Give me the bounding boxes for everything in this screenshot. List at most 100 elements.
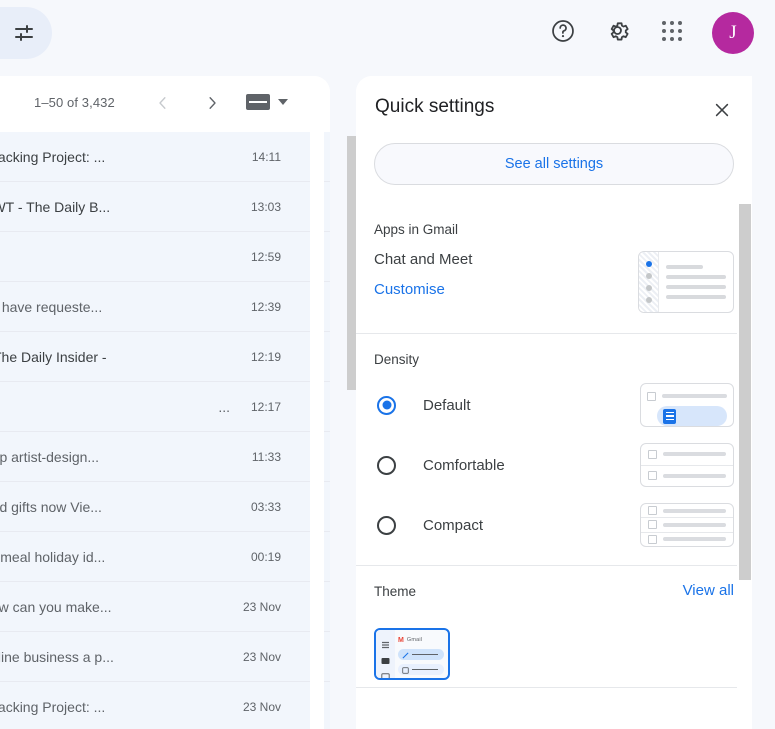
apps-grid-icon: [661, 20, 683, 47]
email-subject: inute meal holiday id...: [0, 548, 106, 565]
table-row[interactable]: ur online business a p... 23 Nov: [0, 632, 330, 682]
preview-row: [647, 389, 727, 403]
density-option-default[interactable]: Default: [374, 375, 734, 435]
email-timestamp: 23 Nov: [242, 649, 281, 664]
preview-checkbox: [648, 520, 657, 530]
density-option-compact[interactable]: Compact: [374, 495, 734, 555]
settings-button[interactable]: [598, 14, 636, 52]
chat-and-meet-label: Chat and Meet: [374, 251, 473, 268]
apps-in-gmail-section: Apps in Gmail Chat and Meet Customise: [356, 204, 752, 334]
apps-in-gmail-label: Apps in Gmail: [374, 222, 459, 237]
table-row[interactable]: ... 12:17: [0, 382, 330, 432]
next-page-button[interactable]: [199, 92, 225, 118]
email-subject: ur online business a p...: [0, 648, 114, 665]
gmail-wordmark: Gmail: [406, 637, 423, 643]
theme-header: Theme View all: [374, 566, 734, 606]
density-option-comfortable[interactable]: Comfortable: [374, 435, 734, 495]
email-timestamp: 14:11: [251, 149, 281, 164]
see-all-settings-button[interactable]: See all settings: [374, 143, 734, 185]
preview-bar: [663, 522, 726, 527]
theme-thumbnail-default[interactable]: M Gmail: [374, 628, 450, 680]
chevron-right-icon: [203, 94, 221, 117]
quick-settings-scrollbar-thumb[interactable]: [739, 204, 751, 580]
radio-comfortable[interactable]: [377, 455, 396, 475]
checkbox-icon: [402, 661, 409, 679]
chat-and-meet-row: Chat and Meet Customise: [374, 251, 734, 325]
email-list: on Tracking Project: ... 14:11 nd JWT - Th…: [0, 132, 330, 729]
density-preview-default[interactable]: [640, 383, 734, 427]
email-subject: nd JWT - The Daily B...: [0, 198, 111, 215]
gmail-logo: M Gmail: [398, 635, 444, 645]
chat-meet-preview-icon[interactable]: [638, 251, 734, 313]
email-timestamp: 12:39: [250, 299, 281, 314]
theme-thumb-rail: [376, 630, 395, 678]
email-list-scrollbar-track[interactable]: [310, 132, 324, 729]
radio-default[interactable]: [377, 395, 396, 415]
customise-link[interactable]: Customise: [374, 281, 445, 298]
top-app-bar: J: [0, 0, 775, 66]
help-icon: [550, 18, 576, 49]
inbox-icon: [381, 652, 390, 664]
view-all-themes-link[interactable]: View all: [683, 582, 734, 599]
density-preview-comfortable[interactable]: [640, 443, 734, 487]
preview-line: [666, 285, 726, 289]
radio-compact[interactable]: [377, 515, 396, 535]
table-row[interactable]: on Tracking Project: ... 23 Nov: [0, 682, 330, 729]
preview-bar: [662, 394, 727, 398]
preview-selected-pill: [657, 406, 727, 426]
table-row[interactable]: v: How can you make... 23 Nov: [0, 582, 330, 632]
table-row[interactable]: inute meal holiday id... 00:19: [0, 532, 330, 582]
preview-dot: [645, 285, 652, 291]
email-timestamp: 11:33: [251, 449, 281, 464]
menu-icon: [381, 636, 390, 649]
preview-dot: [645, 297, 652, 303]
email-timestamp: 12:17: [250, 399, 281, 414]
chat-meet-preview-body: [659, 252, 733, 312]
document-icon: [663, 408, 676, 424]
theme-thumb-bar: [412, 653, 438, 656]
input-tools-selector[interactable]: [246, 94, 288, 110]
preview-line: [666, 275, 726, 279]
table-row[interactable]: - Shop artist-design... 11:33: [0, 432, 330, 482]
help-button[interactable]: [544, 14, 582, 52]
preview-bar: [663, 508, 726, 513]
density-option-label: Compact: [423, 516, 484, 534]
table-row[interactable]: signed gifts now Vie... 03:33: [0, 482, 330, 532]
table-row[interactable]: nd JWT - The Daily B... 13:03: [0, 182, 330, 232]
table-row[interactable]: y? - The Daily Insider - 12:19: [0, 332, 330, 382]
google-apps-button[interactable]: [653, 14, 691, 52]
table-row[interactable]: on Tracking Project: ... 14:11: [0, 132, 330, 182]
quick-settings-header: Quick settings See all settings: [356, 76, 752, 204]
preview-checkbox: [648, 449, 657, 459]
avatar[interactable]: J: [712, 12, 754, 54]
density-option-label: Default: [423, 396, 471, 414]
avatar-initial: J: [729, 22, 737, 43]
preview-checkbox: [648, 534, 657, 544]
email-timestamp: 23 Nov: [242, 699, 281, 714]
pagination-range: 1–50 of 3,432: [34, 95, 115, 110]
theme-thumb-row: [398, 664, 444, 675]
density-preview-compact[interactable]: [640, 503, 734, 547]
chat-bubble-icon: [381, 668, 390, 678]
theme-thumb-row-selected: [398, 649, 444, 660]
mail-list-toolbar: 1–50 of 3,432: [0, 76, 330, 132]
table-row[interactable]: 12:59: [0, 232, 330, 282]
table-row[interactable]: - You have requeste... 12:39: [0, 282, 330, 332]
close-button[interactable]: [708, 98, 736, 126]
preview-dot-active: [645, 261, 652, 267]
gear-icon: [604, 17, 631, 49]
tune-icon-button[interactable]: [0, 7, 52, 59]
preview-checkbox: [648, 506, 657, 516]
email-subject: on Tracking Project: ...: [0, 698, 106, 715]
preview-row: [641, 518, 733, 531]
preview-bar: [663, 452, 726, 457]
preview-line: [666, 295, 726, 299]
email-timestamp: 03:33: [250, 499, 281, 514]
email-subject: y? - The Daily Insider -: [0, 348, 107, 365]
previous-page-button[interactable]: [150, 92, 176, 118]
email-timestamp: 23 Nov: [242, 599, 281, 614]
preview-row: [641, 466, 733, 487]
email-subject: - Shop artist-design...: [0, 448, 100, 465]
preview-row: [641, 504, 733, 517]
chevron-down-icon: [278, 99, 288, 105]
